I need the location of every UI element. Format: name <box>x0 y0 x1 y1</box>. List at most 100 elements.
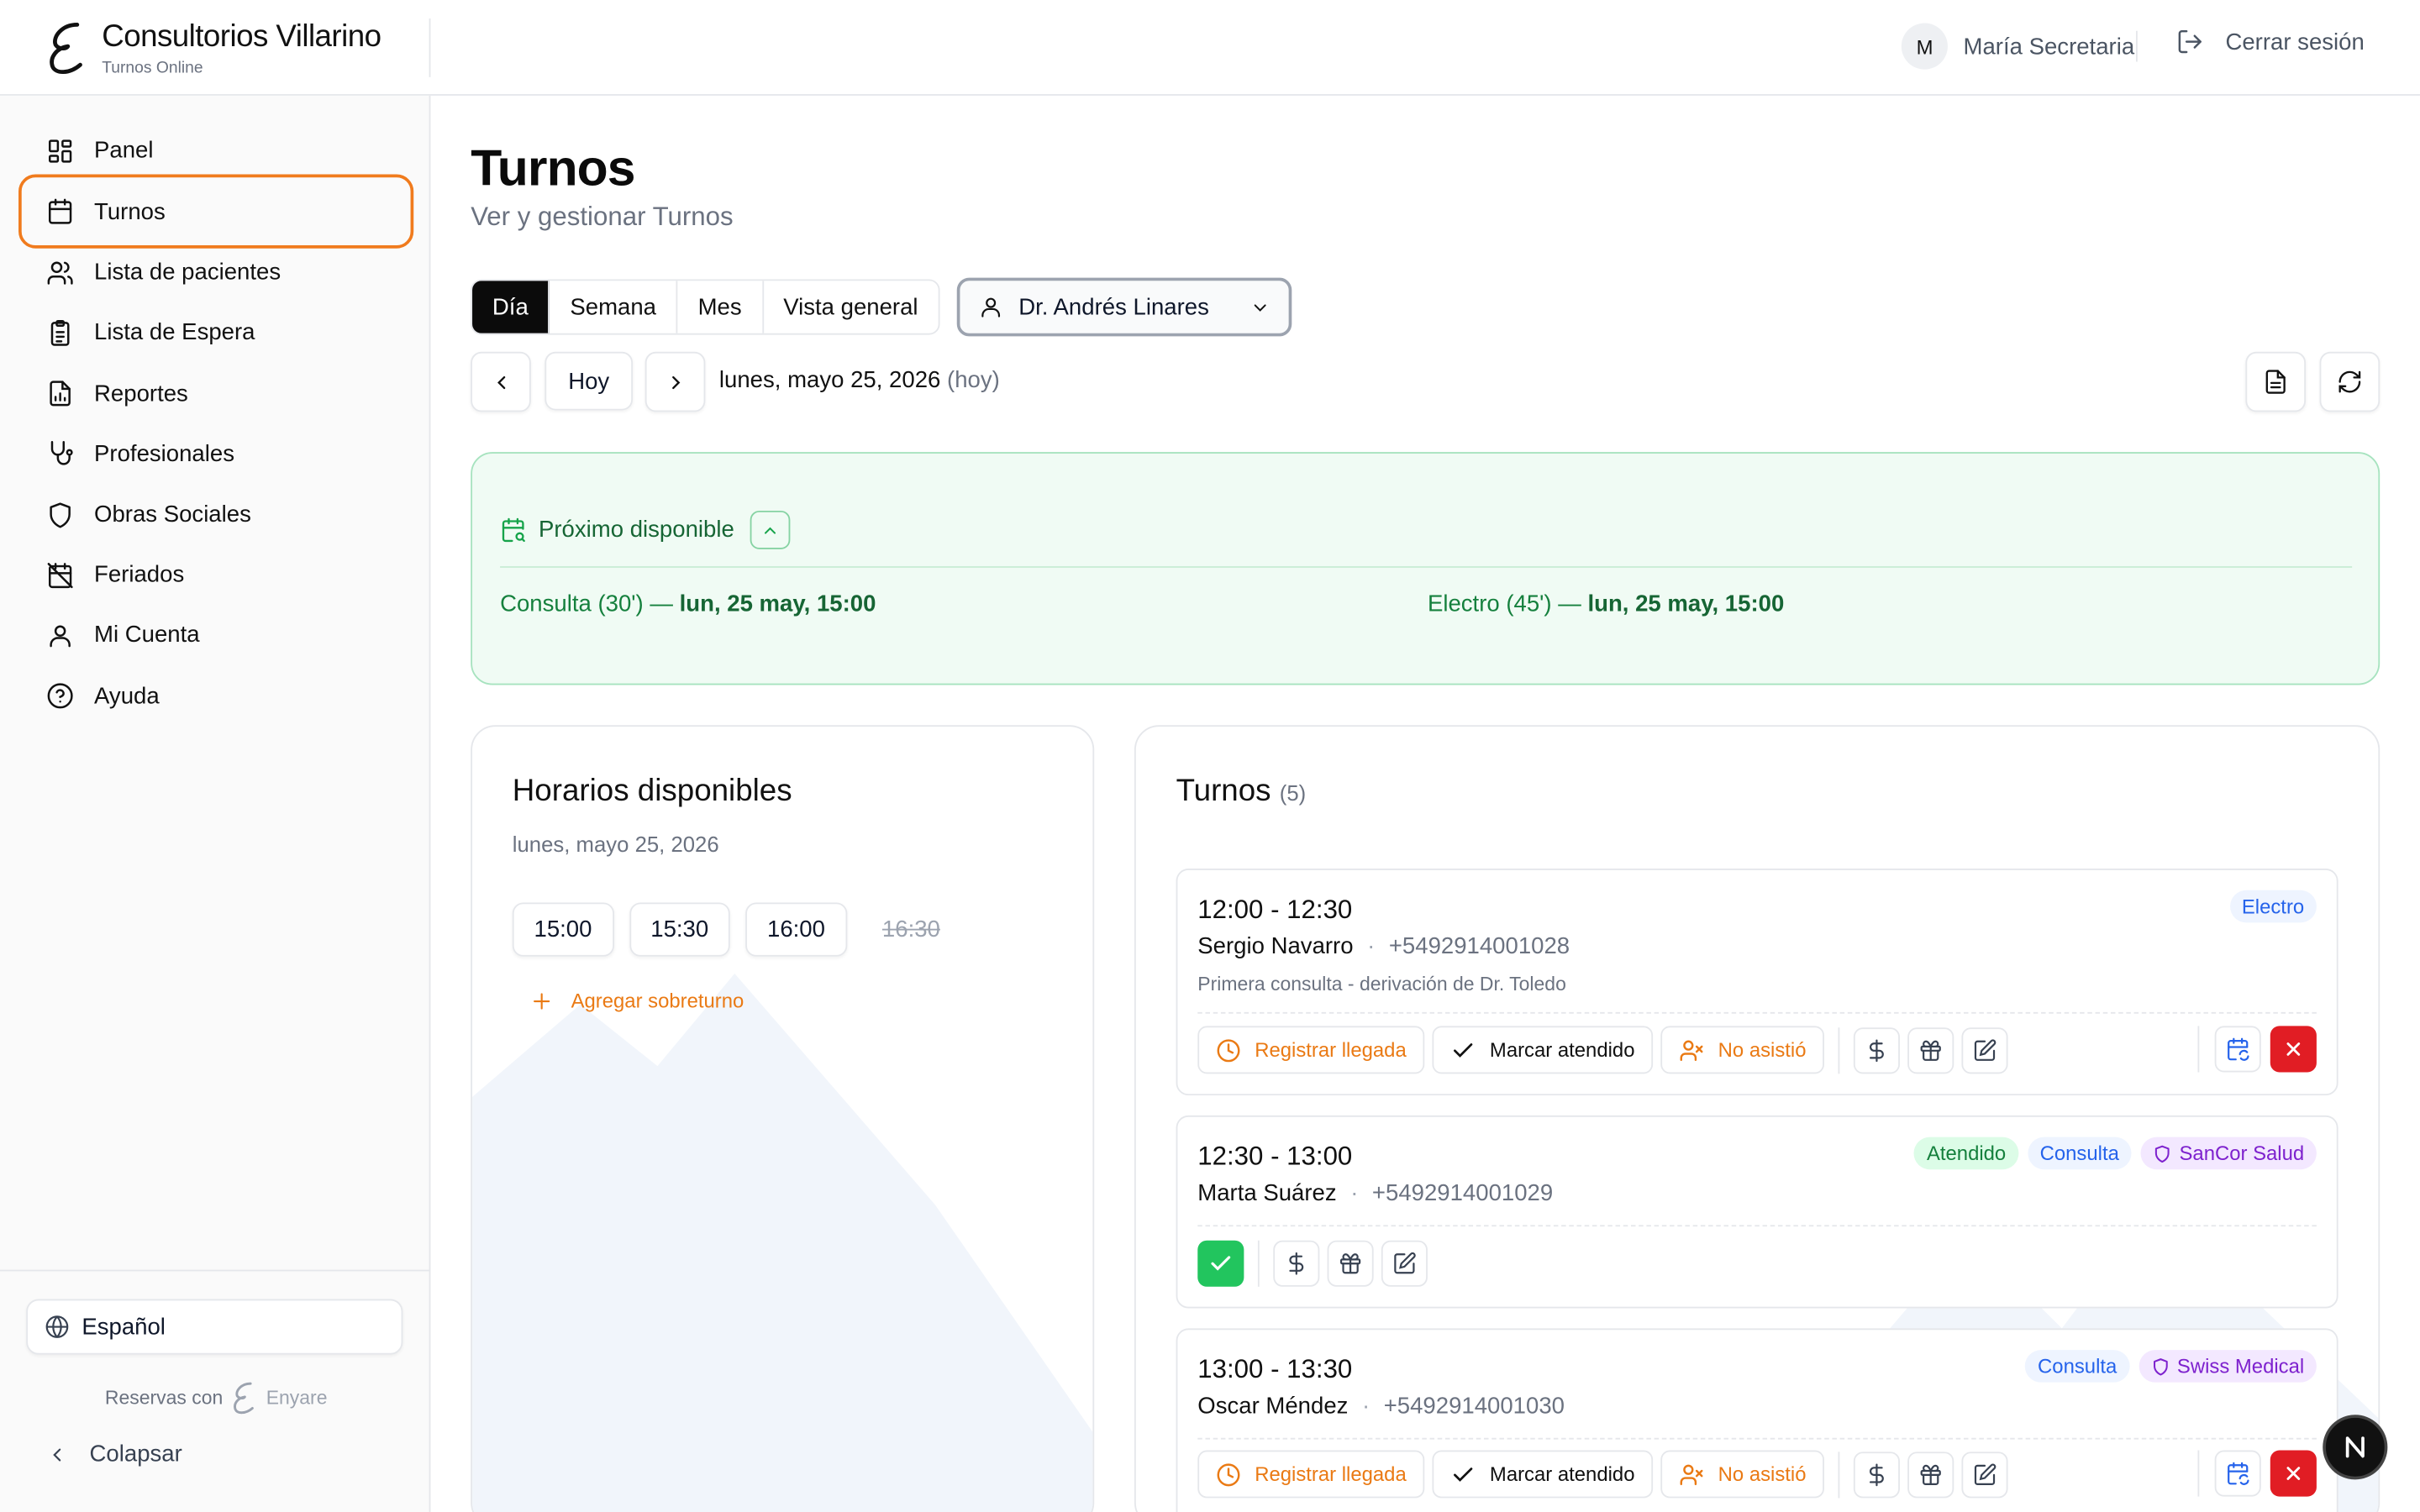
export-pdf-button[interactable] <box>2245 351 2307 412</box>
reschedule-button[interactable] <box>2214 1450 2261 1497</box>
gift-button[interactable] <box>1907 1026 1954 1074</box>
today-button[interactable]: Hoy <box>544 351 634 411</box>
user-x-icon <box>1680 1463 1703 1485</box>
gift-button[interactable] <box>1327 1240 1374 1287</box>
next-day-button[interactable] <box>644 351 706 412</box>
appointment-row[interactable]: 13:00 - 13:30 Oscar Méndez · +549291400103… <box>1176 1328 2338 1512</box>
divider <box>500 566 2353 568</box>
calendar-search-icon <box>502 517 525 543</box>
sidebar-item-label: Mi Cuenta <box>94 622 200 649</box>
page-subtitle: Ver y gestionar Turnos <box>471 202 734 232</box>
sidebar-nav: Panel Turnos Lista de pacientes Lista de… <box>18 120 414 727</box>
gift-button[interactable] <box>1907 1451 1954 1498</box>
tab-mes[interactable]: Mes <box>678 281 764 333</box>
top-bar: Consultorios Villarino Turnos Online M M… <box>0 0 2420 96</box>
register-arrival-button[interactable]: Registrar llegada <box>1197 1026 1425 1074</box>
divider <box>1197 1437 2317 1440</box>
user-menu[interactable]: M María Secretaria <box>1902 23 2135 70</box>
sidebar-item-label: Lista de pacientes <box>94 260 281 286</box>
no-show-button[interactable]: No asistió <box>1660 1450 1825 1499</box>
prev-day-button[interactable] <box>471 351 531 412</box>
sidebar-item-label: Feriados <box>94 561 185 589</box>
powered-by[interactable]: Reservas con Enyare <box>105 1379 327 1416</box>
add-overbooking-button[interactable]: Agregar sobreturno <box>531 989 744 1012</box>
avatar: M <box>1902 23 1949 70</box>
language-selector[interactable]: Español <box>26 1299 403 1355</box>
floating-action-button[interactable] <box>2323 1415 2388 1480</box>
cancel-appointment-button[interactable] <box>2270 1450 2317 1497</box>
logout-button[interactable]: Cerrar sesión <box>2176 28 2365 55</box>
insurance-badge: Swiss Medical <box>2139 1350 2317 1383</box>
doctor-select[interactable]: Dr. Andrés Linares <box>956 277 1292 337</box>
sidebar-item-turnos[interactable]: Turnos <box>18 174 414 249</box>
dollar-icon <box>1289 1252 1304 1275</box>
next-available-item[interactable]: Electro (45') — lun, 25 may, 15:00 <box>1428 591 1784 617</box>
refresh-button[interactable] <box>2319 351 2381 412</box>
logout-label: Cerrar sesión <box>2225 28 2365 55</box>
no-show-button[interactable]: No asistió <box>1660 1026 1825 1074</box>
next-service: Consulta (30') <box>500 591 644 617</box>
tab-dia[interactable]: Día <box>472 281 550 333</box>
appointments-title-label: Turnos <box>1176 774 1271 809</box>
reschedule-button[interactable] <box>2214 1026 2261 1073</box>
service-badge: Electro <box>2229 890 2317 923</box>
calendar-sync-icon <box>2228 1462 2249 1485</box>
patient-phone: +5492914001029 <box>1371 1180 1554 1207</box>
sidebar-item-pacientes[interactable]: Lista de pacientes <box>24 243 408 303</box>
sidebar-item-reportes[interactable]: Reportes <box>24 364 408 424</box>
clock-icon <box>1217 1462 1240 1486</box>
edit-notes-button[interactable] <box>1381 1240 1428 1287</box>
slot-unavailable: 16:30 <box>881 916 940 943</box>
appointment-badges: Atendido Consulta SanCor Salud <box>1914 1137 2317 1170</box>
appointment-note: Primera consulta - derivación de Dr. Tol… <box>1197 973 1566 995</box>
divider <box>2135 30 2138 62</box>
slot-button[interactable]: 15:30 <box>629 902 730 957</box>
clipboard-icon <box>50 319 70 346</box>
divider <box>2197 1026 2200 1073</box>
cancel-appointment-button[interactable] <box>2270 1026 2317 1073</box>
shield-icon <box>2153 1357 2168 1375</box>
patient-name[interactable]: Sergio Navarro <box>1197 933 1353 959</box>
patient-name[interactable]: Marta Suárez <box>1197 1180 1336 1206</box>
available-date: lunes, mayo 25, 2026 <box>512 831 719 857</box>
attended-check-button[interactable] <box>1197 1240 1244 1287</box>
sidebar-item-profesionales[interactable]: Profesionales <box>24 424 408 485</box>
sidebar-item-espera[interactable]: Lista de Espera <box>24 303 408 364</box>
collapse-toggle-button[interactable] <box>750 510 790 549</box>
appointment-row[interactable]: 12:00 - 12:30 Sergio Navarro · +5492914001… <box>1176 869 2338 1096</box>
slot-button[interactable]: 15:00 <box>512 902 614 957</box>
payment-button[interactable] <box>1854 1026 1901 1074</box>
tab-semana[interactable]: Semana <box>550 281 678 333</box>
payment-button[interactable] <box>1273 1240 1320 1287</box>
sidebar: Panel Turnos Lista de pacientes Lista de… <box>0 95 431 1512</box>
edit-notes-button[interactable] <box>1962 1451 2009 1498</box>
collapse-button[interactable]: Colapsar <box>46 1441 182 1467</box>
next-available-item[interactable]: Consulta (30') — lun, 25 may, 15:00 <box>500 591 876 617</box>
user-icon <box>50 625 71 648</box>
payment-button[interactable] <box>1854 1451 1901 1498</box>
register-arrival-button[interactable]: Registrar llegada <box>1197 1450 1425 1499</box>
appointment-row[interactable]: 12:30 - 13:00 Marta Suárez · +549291400102… <box>1176 1115 2338 1309</box>
sidebar-item-feriados[interactable]: Feriados <box>24 545 408 606</box>
sidebar-item-obras-sociales[interactable]: Obras Sociales <box>24 485 408 545</box>
divider <box>1197 1225 2317 1227</box>
sidebar-item-ayuda[interactable]: Ayuda <box>24 666 408 727</box>
mark-attended-button[interactable]: Marcar atendido <box>1432 1450 1654 1499</box>
user-name: María Secretaria <box>1963 33 2135 60</box>
service-badge: Consulta <box>2027 1137 2132 1170</box>
patient-name[interactable]: Oscar Méndez <box>1197 1394 1348 1420</box>
mark-attended-button[interactable]: Marcar atendido <box>1432 1026 1654 1074</box>
tab-vista-general[interactable]: Vista general <box>763 281 938 333</box>
appointment-actions: Registrar llegada Marcar atendido No asi… <box>1197 1450 2009 1499</box>
sidebar-item-label: Ayuda <box>94 682 160 710</box>
sidebar-item-label: Turnos <box>94 198 166 225</box>
next-available-header: Próximo disponible <box>500 510 790 549</box>
sidebar-item-mi-cuenta[interactable]: Mi Cuenta <box>24 606 408 666</box>
slot-button[interactable]: 16:00 <box>745 902 847 957</box>
brand-logo-icon <box>50 22 82 75</box>
add-overbooking-label: Agregar sobreturno <box>571 989 744 1012</box>
edit-notes-button[interactable] <box>1962 1026 2009 1074</box>
enyare-logo-icon <box>234 1382 255 1415</box>
sidebar-item-panel[interactable]: Panel <box>24 120 408 181</box>
brand[interactable]: Consultorios Villarino Turnos Online <box>46 18 381 77</box>
